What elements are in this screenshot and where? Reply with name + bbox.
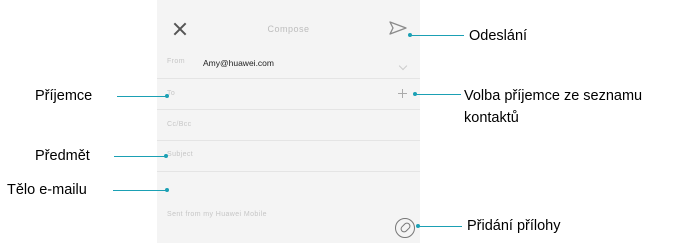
cc-bcc-label: Cc/Bcc (167, 121, 192, 128)
add-recipient-icon[interactable] (398, 89, 407, 98)
callout-line-recipient (117, 96, 167, 97)
callout-line-send (410, 35, 464, 36)
compose-screen: Compose From Amy@huawei.com To Cc/Bcc Su… (157, 0, 420, 243)
from-label: From (167, 58, 185, 65)
callout-dot-choose-recipient (413, 92, 417, 96)
from-value: Amy@huawei.com (203, 58, 274, 68)
callout-line-body (113, 190, 166, 191)
callout-choose-recipient: Volba příjemce ze seznamu kontaktů (464, 88, 643, 126)
callout-subject: Předmět (35, 148, 90, 164)
signature-text: Sent from my Huawei Mobile (167, 211, 267, 218)
attachment-icon[interactable] (395, 218, 415, 238)
callout-body: Tělo e-mailu (7, 182, 87, 198)
callout-dot-attach (416, 224, 420, 228)
cc-bcc-row[interactable]: Cc/Bcc (157, 110, 420, 141)
compose-title: Compose (267, 24, 310, 34)
callout-dot-subject (164, 154, 168, 158)
callout-send: Odeslání (469, 28, 528, 44)
callout-dot-recipient (165, 94, 169, 98)
callout-line-subject (114, 156, 166, 157)
to-row[interactable]: To (157, 79, 420, 110)
callout-dot-body (165, 188, 169, 192)
callout-attach: Přidání přílohy (467, 218, 561, 234)
send-icon[interactable] (388, 20, 408, 36)
callout-recipient: Příjemce (35, 88, 93, 104)
callout-line-choose-recipient (415, 94, 461, 95)
callout-line-attach (418, 226, 462, 227)
compose-toolbar: Compose (157, 14, 420, 48)
from-row[interactable]: From (157, 48, 420, 79)
subject-row[interactable]: Subject (157, 141, 420, 172)
subject-label: Subject (167, 151, 194, 158)
callout-dot-send (408, 33, 412, 37)
